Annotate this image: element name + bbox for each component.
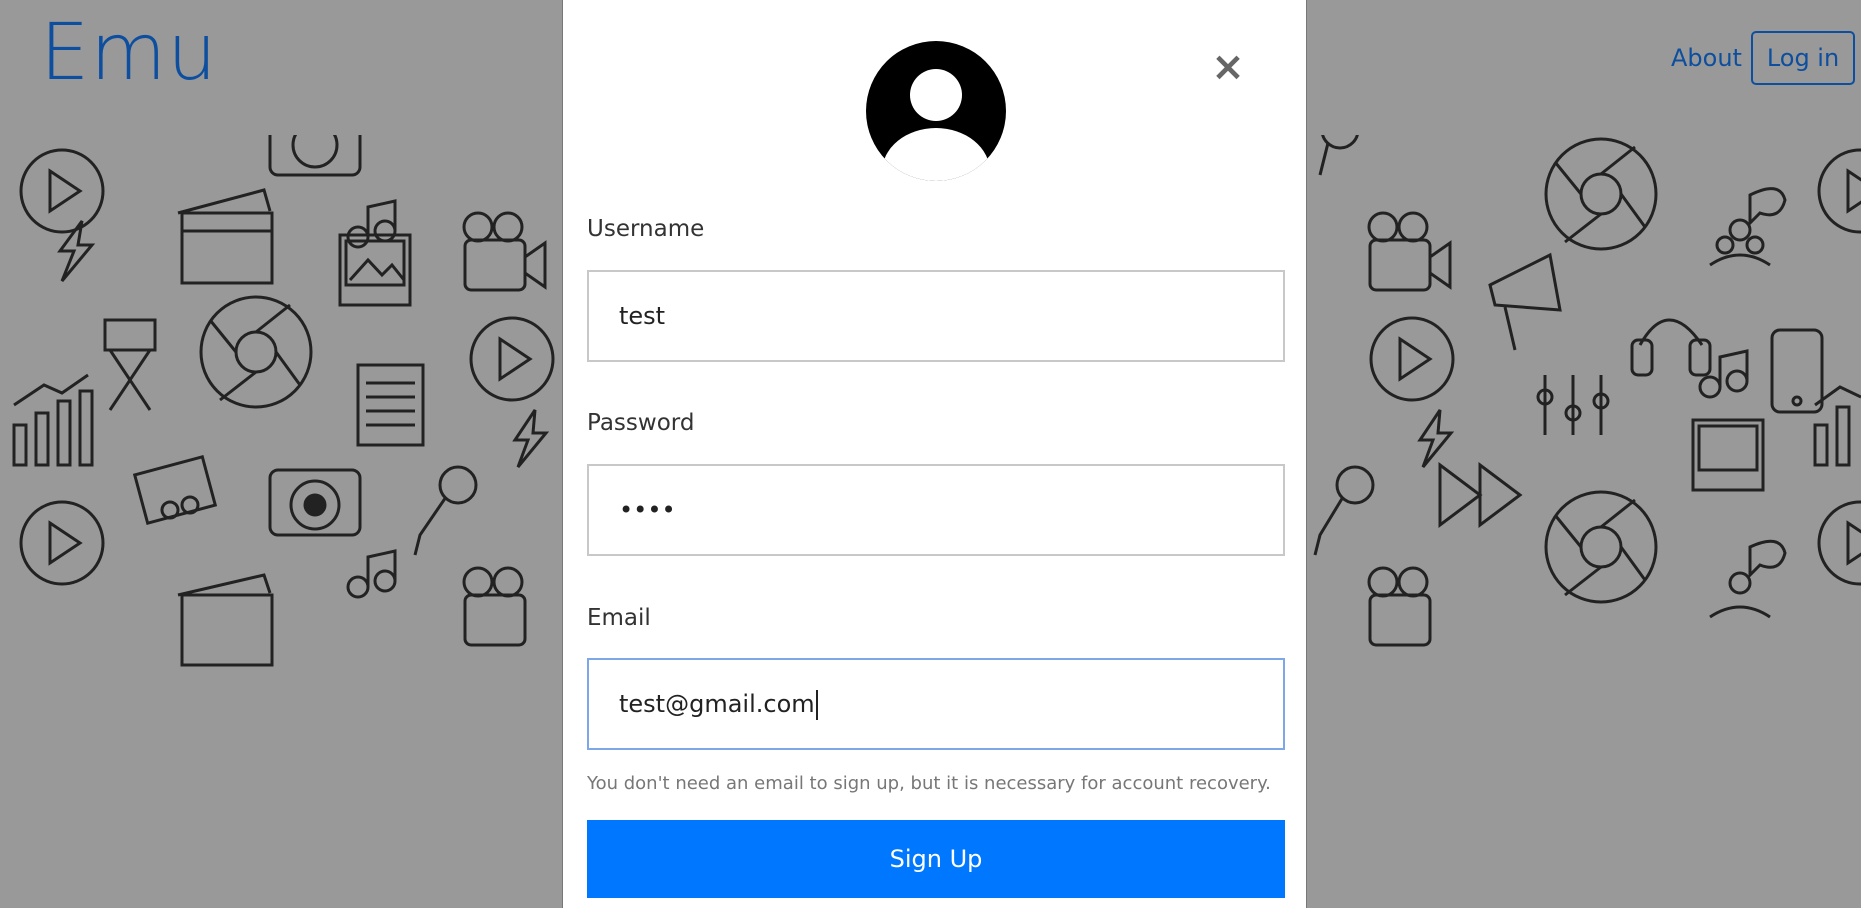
lightning-icon: [57, 220, 96, 282]
camera-icon: [268, 468, 362, 537]
photos-icon: [1691, 418, 1765, 492]
email-value: test@gmail.com: [619, 690, 815, 718]
site-logo[interactable]: Emu: [40, 14, 218, 92]
movie-camera-icon: [1367, 566, 1432, 647]
users-chat-icon: [1709, 187, 1787, 267]
megaphone-icon: [1488, 252, 1562, 351]
users-chat-icon: [1709, 539, 1787, 619]
camera-icon: [268, 135, 362, 177]
sliders-icon: [1536, 375, 1610, 435]
microphone-icon: [1313, 465, 1375, 556]
username-input[interactable]: test: [587, 270, 1285, 362]
music-note-icon: [346, 549, 397, 599]
password-input[interactable]: ••••: [587, 464, 1285, 556]
user-avatar-icon: [866, 41, 1006, 181]
movie-camera-icon: [462, 211, 547, 292]
aperture-icon: [1544, 490, 1658, 604]
email-input[interactable]: test@gmail.com: [587, 658, 1285, 750]
play-icon: [1817, 500, 1861, 586]
play-icon: [469, 316, 555, 402]
chart-up-icon: [1813, 385, 1861, 467]
lightning-icon: [1417, 409, 1455, 468]
movie-camera-icon: [1367, 211, 1452, 292]
password-label: Password: [587, 410, 695, 436]
signup-button[interactable]: Sign Up: [587, 820, 1285, 898]
document-icon: [356, 363, 425, 447]
play-icon: [19, 148, 105, 234]
headphones-icon: [1630, 318, 1712, 377]
lightning-icon: [512, 409, 550, 468]
directors-chair-icon: [103, 318, 157, 411]
play-icon: [19, 500, 105, 586]
aperture-icon: [1544, 137, 1658, 251]
email-label: Email: [587, 605, 651, 631]
movie-camera-icon: [462, 566, 527, 647]
chart-up-icon: [12, 373, 94, 467]
clapperboard-icon: [177, 573, 274, 667]
fast-forward-icon: [1438, 462, 1523, 528]
signup-modal: × Username test Password •••• Email test…: [562, 0, 1307, 908]
close-icon[interactable]: ×: [1211, 47, 1245, 87]
aperture-icon: [199, 295, 313, 409]
microphone-icon: [1318, 135, 1359, 176]
nav-about-link[interactable]: About: [1671, 44, 1742, 72]
nav-login-button[interactable]: Log in: [1751, 31, 1855, 85]
text-caret: [815, 690, 818, 720]
film-scissors-icon: [132, 454, 218, 526]
email-help-text: You don't need an email to sign up, but …: [587, 773, 1271, 794]
username-label: Username: [587, 216, 705, 242]
play-icon: [1817, 148, 1861, 234]
microphone-icon: [413, 465, 478, 556]
phone-icon: [1770, 328, 1824, 414]
play-icon: [1369, 316, 1455, 402]
clapperboard-icon: [177, 188, 274, 285]
